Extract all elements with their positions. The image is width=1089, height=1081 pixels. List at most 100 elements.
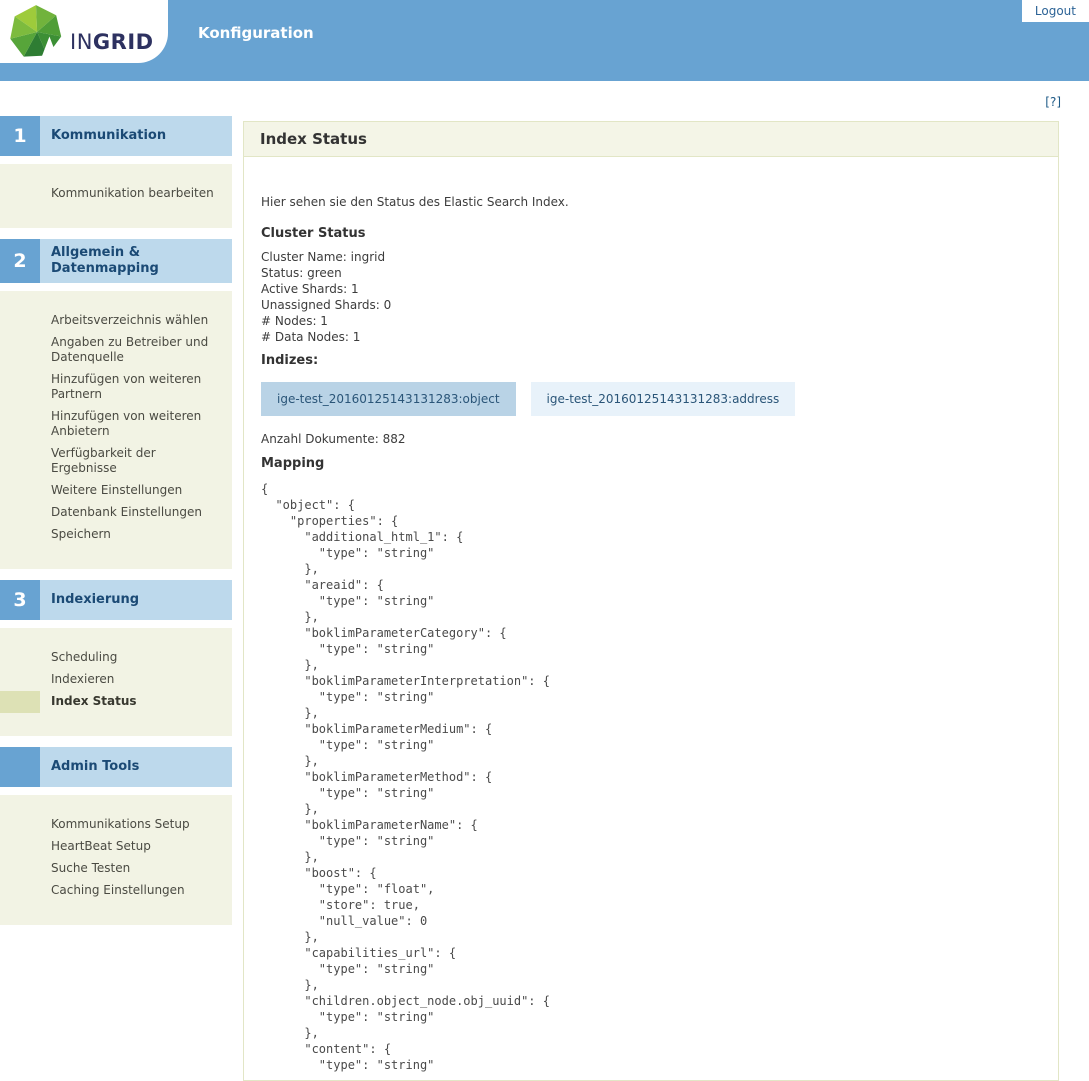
index-tab[interactable]: ige-test_20160125143131283:object <box>261 382 516 416</box>
sidebar-item-label: Arbeitsverzeichnis wählen <box>51 313 209 327</box>
help-link[interactable]: [?] <box>1045 95 1061 109</box>
mapping-json-line: "type": "string" <box>261 642 435 656</box>
mapping-json-line: "boklimParameterMethod": { <box>261 770 493 784</box>
logo-text-in: IN <box>70 30 93 54</box>
document-count: Anzahl Dokumente: 882 <box>261 432 406 446</box>
logout-button[interactable]: Logout <box>1021 0 1089 22</box>
sidebar-item-label: Hinzufügen von weiteren Partnern <box>51 372 202 401</box>
page-title: Konfiguration <box>198 24 314 42</box>
sidebar-item-label: Weitere Einstellungen <box>51 483 183 497</box>
mapping-json-line: "additional_html_1": { <box>261 530 464 544</box>
cluster-status-heading: Cluster Status <box>261 226 366 241</box>
active-marker <box>0 443 40 480</box>
active-marker <box>0 669 40 691</box>
mapping-json-line: "store": true, <box>261 898 420 912</box>
cluster-status-line: Cluster Name: ingrid <box>261 250 386 264</box>
content-panel: Index Status Hier sehen sie den Status d… <box>243 121 1059 1081</box>
panel-title: Index Status <box>260 130 367 148</box>
mapping-json-line: "content": { <box>261 1042 392 1056</box>
sidebar-item[interactable]: Index Status <box>0 691 232 713</box>
mapping-json-line: "type": "string" <box>261 1058 435 1072</box>
section-number: 3 <box>0 580 40 620</box>
sidebar-item-label: Angaben zu Betreiber und Datenquelle <box>51 335 209 364</box>
mapping-json-line: }, <box>261 562 319 576</box>
sidebar-item-label: Kommunikations Setup <box>51 817 190 831</box>
mapping-json-line: "children.object_node.obj_uuid": { <box>261 994 550 1008</box>
sidebar-item[interactable]: Scheduling <box>0 647 232 669</box>
sidebar-item-label: Datenbank Einstellungen <box>51 505 202 519</box>
sidebar-item[interactable]: Caching Einstellungen <box>0 880 232 902</box>
sidebar-item[interactable]: Indexieren <box>0 669 232 691</box>
ingrid-logo-icon <box>10 5 62 60</box>
sidebar-item[interactable]: Weitere Einstellungen <box>0 480 232 502</box>
section-number: 2 <box>0 239 40 283</box>
sidebar-item[interactable]: Datenbank Einstellungen <box>0 502 232 524</box>
sidebar-section-admin-tools[interactable]: Admin Tools <box>0 747 232 787</box>
active-marker <box>0 524 40 546</box>
sidebar-item-label: Suche Testen <box>51 861 131 875</box>
sidebar-item[interactable]: Angaben zu Betreiber und Datenquelle <box>0 332 232 369</box>
index-tab[interactable]: ige-test_20160125143131283:address <box>530 382 796 416</box>
mapping-json-line: "boklimParameterName": { <box>261 818 478 832</box>
sidebar-panel-indexierung: Scheduling Indexieren Index Status <box>0 628 232 736</box>
mapping-json-line: "type": "string" <box>261 546 435 560</box>
sidebar-panel-admin-tools: Kommunikations Setup HeartBeat Setup Suc… <box>0 795 232 925</box>
sidebar-item-label: HeartBeat Setup <box>51 839 151 853</box>
mapping-json-line: }, <box>261 978 319 992</box>
cluster-status-line: # Data Nodes: 1 <box>261 330 361 344</box>
active-marker <box>0 858 40 880</box>
sidebar-item[interactable]: Kommunikation bearbeiten <box>0 183 232 205</box>
cluster-status-line: # Nodes: 1 <box>261 314 328 328</box>
sidebar-item[interactable]: Hinzufügen von weiteren Anbietern <box>0 406 232 443</box>
index-tab-label: ige-test_20160125143131283:address <box>546 392 780 406</box>
sidebar-item-label: Caching Einstellungen <box>51 883 185 897</box>
sidebar-item[interactable]: Kommunikations Setup <box>0 814 232 836</box>
mapping-json-line: "type": "string" <box>261 786 435 800</box>
mapping-json-line: "type": "string" <box>261 962 435 976</box>
active-marker <box>0 647 40 669</box>
section-title: Admin Tools <box>40 747 232 787</box>
section-title: Kommunikation <box>40 116 232 156</box>
mapping-json-line: "properties": { <box>261 514 399 528</box>
sidebar-item-label: Scheduling <box>51 650 118 664</box>
sidebar-item[interactable]: Suche Testen <box>0 858 232 880</box>
mapping-json-line: }, <box>261 706 319 720</box>
sidebar-item-label: Hinzufügen von weiteren Anbietern <box>51 409 202 438</box>
mapping-json-line: "type": "string" <box>261 594 435 608</box>
app-header: INGRID Konfiguration Logout <box>0 0 1089 81</box>
sidebar-item[interactable]: Hinzufügen von weiteren Partnern <box>0 369 232 406</box>
sidebar-item[interactable]: Arbeitsverzeichnis wählen <box>0 310 232 332</box>
mapping-heading: Mapping <box>261 456 325 471</box>
mapping-json-line: "capabilities_url": { <box>261 946 457 960</box>
mapping-json-line: "boklimParameterInterpretation": { <box>261 674 550 688</box>
section-number <box>0 747 40 787</box>
cluster-status-line: Status: green <box>261 266 342 280</box>
mapping-json-line: }, <box>261 1026 319 1040</box>
sidebar-item-label: Kommunikation bearbeiten <box>51 186 214 200</box>
sidebar-section-kommunikation[interactable]: 1 Kommunikation <box>0 116 232 156</box>
mapping-json-line: "type": "string" <box>261 1010 435 1024</box>
mapping-json-line: }, <box>261 802 319 816</box>
sidebar-item[interactable]: HeartBeat Setup <box>0 836 232 858</box>
sidebar-item-label: Indexieren <box>51 672 115 686</box>
active-marker <box>0 369 40 406</box>
logo-wordmark: INGRID <box>70 30 154 54</box>
sidebar-section-allgemein[interactable]: 2 Allgemein & Datenmapping <box>0 239 232 283</box>
cluster-status-line: Active Shards: 1 <box>261 282 359 296</box>
mapping-json: { "object": { "properties": { "additiona… <box>261 481 1040 1073</box>
sidebar-section-indexierung[interactable]: 3 Indexierung <box>0 580 232 620</box>
sidebar-panel-kommunikation: Kommunikation bearbeiten <box>0 164 232 228</box>
sidebar: 1 Kommunikation Kommunikation bearbeiten… <box>0 116 232 936</box>
sidebar-item[interactable]: Verfügbarkeit der Ergebnisse <box>0 443 232 480</box>
index-tab-label: ige-test_20160125143131283:object <box>277 392 500 406</box>
sidebar-item[interactable]: Speichern <box>0 524 232 546</box>
active-marker <box>0 332 40 369</box>
sidebar-item-label: Verfügbarkeit der Ergebnisse <box>51 446 156 475</box>
mapping-json-line: "areaid": { <box>261 578 384 592</box>
mapping-json-line: "type": "string" <box>261 738 435 752</box>
section-title: Indexierung <box>40 580 232 620</box>
intro-text: Hier sehen sie den Status des Elastic Se… <box>261 195 569 209</box>
mapping-json-line: "type": "string" <box>261 834 435 848</box>
active-marker <box>0 480 40 502</box>
active-marker <box>0 836 40 858</box>
